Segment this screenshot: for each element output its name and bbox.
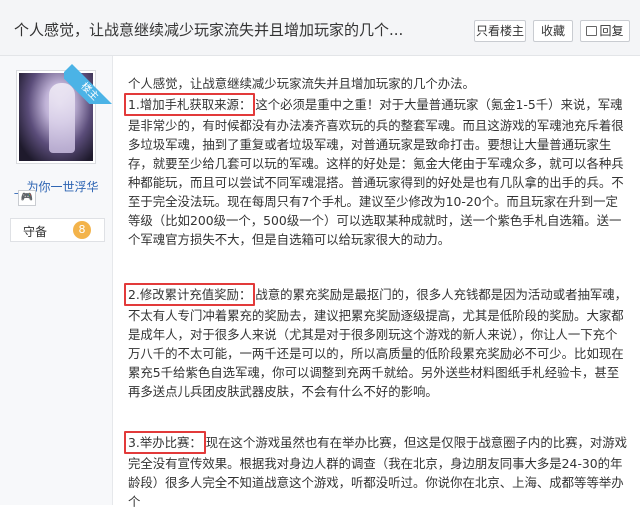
post-section-2: 2.修改累计充值奖励： 战意的累充奖励是最抠门的，很多人充钱都是因为活动或者抽军魂…	[124, 283, 628, 401]
post-intro: 个人感觉，让战意继续减少玩家流失并且增加玩家的几个办法。	[128, 76, 475, 91]
game-icon[interactable]: 🎮	[18, 190, 36, 206]
section-2-heading: 2.修改累计充值奖励：	[124, 283, 256, 306]
level-badge[interactable]: 守备 8	[10, 218, 105, 242]
thread-header: 个人感觉，让战意继续减少玩家流失并且增加玩家的几个... 只看楼主 收藏 回复	[0, 0, 640, 56]
post-section-1: 1.增加手札获取来源： 这个必须是重中之重！对于大量普通玩家（氪金1-5千）来说，…	[124, 93, 628, 249]
reply-button[interactable]: 回复	[580, 20, 630, 42]
favorite-button[interactable]: 收藏	[533, 20, 573, 42]
corner-badge-label: 楼主	[64, 64, 112, 104]
only-author-button[interactable]: 只看楼主	[474, 20, 526, 42]
post-section-3: 3.举办比赛： 现在这个游戏虽然也有在举办比赛，但这是仅限于战意圈子内的比赛，对游…	[124, 431, 628, 511]
level-name: 守备	[23, 225, 48, 239]
reply-icon	[586, 26, 598, 36]
author-corner-badge: 楼主	[64, 56, 112, 104]
section-3-heading: 3.举办比赛：	[124, 431, 206, 454]
thread-title: 个人感觉，让战意继续减少玩家流失并且增加玩家的几个...	[14, 21, 404, 39]
post-content: 个人感觉，让战意继续减少玩家流失并且增加玩家的几个办法。	[128, 74, 628, 93]
level-number: 8	[73, 221, 91, 239]
section-1-heading: 1.增加手札获取来源：	[124, 93, 256, 116]
author-sidebar: 楼主 __为你一世浮华 🎮 守备 8	[0, 56, 113, 505]
section-1-body: 这个必须是重中之重！对于大量普通玩家（氪金1-5千）来说，军魂是非常少的，有时候…	[128, 97, 624, 247]
username-link[interactable]: __为你一世浮华	[0, 178, 113, 195]
reply-label: 回复	[599, 24, 624, 38]
